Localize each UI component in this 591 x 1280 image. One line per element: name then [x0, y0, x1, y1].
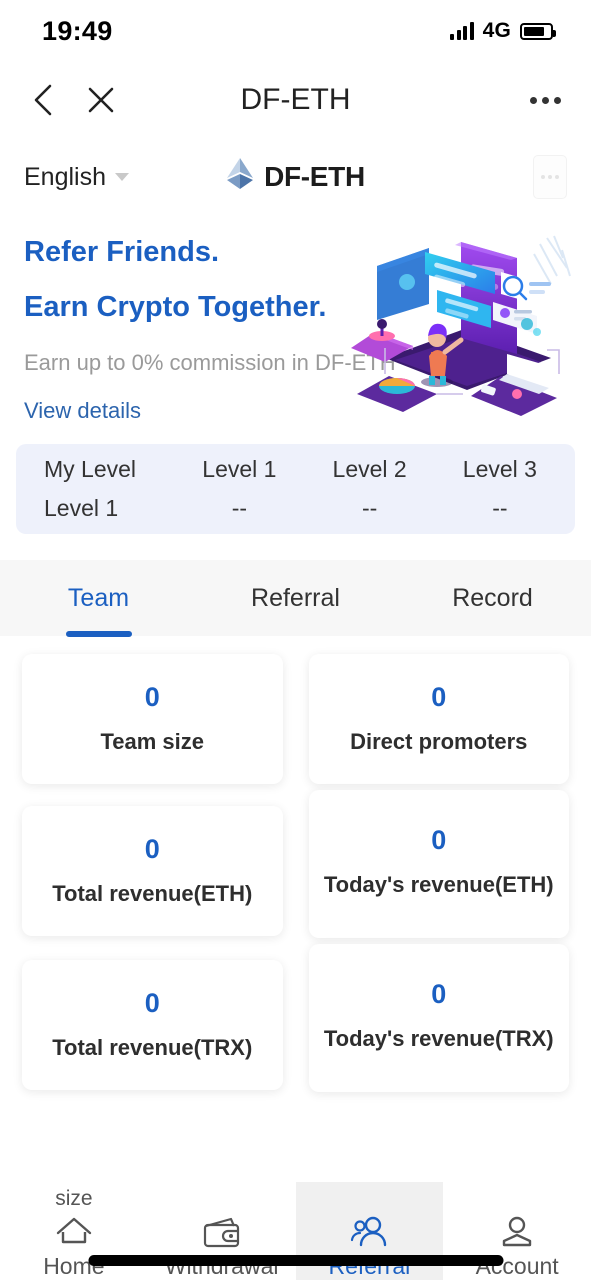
level-value: --	[231, 495, 248, 521]
language-selector[interactable]: English	[24, 163, 129, 192]
referral-isometric-illustration	[351, 235, 571, 416]
stats-row: 0 Team size 0 Direct promoters	[22, 654, 569, 784]
close-button[interactable]	[86, 85, 116, 115]
referral-hero: Refer Friends. Earn Crypto Together. Ear…	[0, 216, 591, 426]
wallet-icon	[201, 1212, 243, 1251]
section-tabs: Team Referral Record	[0, 560, 591, 636]
stat-label: Team size	[100, 728, 205, 754]
stat-card-today-revenue-trx[interactable]: 0 Today's revenue(TRX)	[308, 944, 569, 1092]
level-value: Level 1	[44, 495, 119, 521]
chevron-down-icon	[115, 173, 129, 181]
browser-navigation-bar: DF-ETH	[0, 62, 591, 138]
more-horizontal-icon	[530, 96, 537, 104]
stat-value: 0	[431, 824, 447, 855]
stats-grid: 0 Team size 0 Direct promoters 0 Total r…	[0, 636, 591, 1092]
more-horizontal-icon	[541, 175, 545, 179]
stat-card-today-revenue-eth[interactable]: 0 Today's revenue(ETH)	[308, 790, 569, 938]
tab-record[interactable]: Record	[394, 560, 591, 636]
home-indicator	[88, 1255, 503, 1266]
stat-card-total-revenue-eth[interactable]: 0 Total revenue(ETH)	[22, 806, 283, 936]
status-bar-clock: 19:49	[42, 15, 113, 46]
stat-label: Total revenue(ETH)	[52, 880, 253, 906]
ethereum-diamond-icon	[227, 158, 254, 189]
level-title: Level 1	[202, 456, 277, 482]
battery-icon	[520, 22, 556, 40]
stat-value: 0	[431, 681, 447, 712]
level-column: Level 3 --	[435, 456, 565, 522]
stat-label: Today's revenue(ETH)	[323, 871, 554, 897]
language-label: English	[24, 162, 106, 191]
level-title: My Level	[44, 456, 137, 482]
stats-row: 0 Total revenue(ETH) 0 Today's revenue(E…	[22, 790, 569, 938]
person-icon	[497, 1212, 537, 1251]
stat-value: 0	[431, 978, 447, 1009]
stat-label: Total revenue(TRX)	[52, 1034, 253, 1060]
home-icon	[54, 1211, 94, 1251]
stat-value: 0	[144, 833, 160, 864]
level-column: My Level Level 1	[16, 456, 174, 522]
app-header-more-button[interactable]	[533, 155, 567, 199]
close-x-icon	[88, 87, 114, 113]
mobile-screen: 19:49 4G DF-ETH English DF-ETH Refer Fri…	[0, 0, 591, 1280]
status-bar: 19:49 4G	[0, 0, 591, 62]
level-summary-panel: My Level Level 1 Level 1 -- Level 2 -- L…	[16, 444, 575, 534]
level-title: Level 3	[462, 456, 537, 482]
level-value: --	[492, 495, 508, 521]
status-bar-indicators: 4G	[450, 19, 556, 43]
level-column: Level 1 --	[174, 456, 304, 522]
chevron-left-icon	[34, 84, 52, 116]
stat-value: 0	[144, 681, 160, 712]
stats-row: 0 Total revenue(TRX) 0 Today's revenue(T…	[22, 944, 569, 1092]
stat-card-team-size[interactable]: 0 Team size	[22, 654, 283, 784]
level-value: --	[361, 495, 378, 521]
level-title: Level 2	[332, 456, 407, 482]
signal-bars-icon	[450, 22, 474, 40]
tab-referral[interactable]: Referral	[197, 560, 394, 636]
brand-name: DF-ETH	[264, 161, 365, 192]
stat-card-total-revenue-trx[interactable]: 0 Total revenue(TRX)	[22, 960, 283, 1090]
home-overflow-text: size	[55, 1187, 93, 1210]
network-type-label: 4G	[482, 19, 511, 42]
stat-label: Today's revenue(TRX)	[323, 1025, 554, 1051]
tab-team[interactable]: Team	[0, 560, 197, 636]
app-header: English DF-ETH	[0, 138, 591, 216]
stat-card-direct-promoters[interactable]: 0 Direct promoters	[308, 654, 569, 784]
browser-more-button[interactable]	[530, 96, 561, 104]
stat-value: 0	[144, 987, 160, 1018]
stat-label: Direct promoters	[350, 728, 528, 754]
level-column: Level 2 --	[305, 456, 435, 522]
users-icon	[348, 1212, 390, 1251]
back-button[interactable]	[30, 83, 56, 117]
